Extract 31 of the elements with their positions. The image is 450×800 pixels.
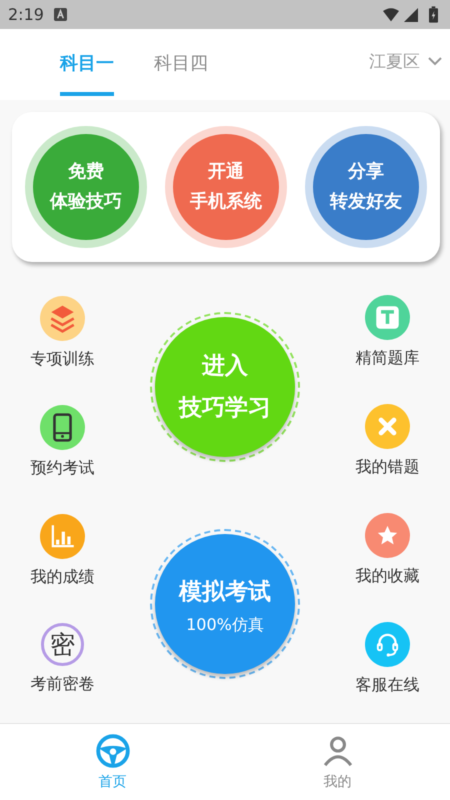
feature-label[interactable]: 精简题库 bbox=[356, 348, 420, 370]
feature-label[interactable]: 我的错题 bbox=[356, 457, 420, 478]
region-dropdown[interactable]: 江夏区 bbox=[369, 29, 450, 100]
quick-action-button[interactable]: 免费 体验技巧 bbox=[33, 134, 139, 240]
subject-tab[interactable]: 科目一 bbox=[60, 29, 114, 96]
steering-wheel-icon bbox=[94, 733, 130, 769]
layers-icon[interactable] bbox=[40, 296, 85, 341]
subject-tab[interactable]: 科目四 bbox=[154, 29, 208, 96]
wifi-icon bbox=[383, 8, 399, 22]
feature-label[interactable]: 我的收藏 bbox=[356, 566, 420, 587]
bar-chart-icon[interactable] bbox=[40, 514, 85, 560]
chevron-down-icon bbox=[428, 57, 442, 66]
nav-tab[interactable]: 首页 bbox=[0, 724, 225, 800]
round-action-button[interactable]: 模拟考试 100%仿真 bbox=[155, 534, 295, 674]
letter-t-icon[interactable] bbox=[365, 295, 410, 340]
cross-icon[interactable] bbox=[365, 404, 410, 450]
battery-icon bbox=[429, 6, 438, 23]
feature-label[interactable]: 我的成绩 bbox=[30, 567, 94, 588]
quick-action-button[interactable]: 开通 手机系统 bbox=[173, 134, 279, 240]
feature-label[interactable]: 考前密卷 bbox=[30, 674, 94, 696]
tablet-icon[interactable] bbox=[40, 404, 85, 450]
quick-action-button[interactable]: 分享 转发好友 bbox=[313, 134, 419, 240]
feature-label[interactable]: 专项训练 bbox=[30, 348, 94, 370]
feature-label[interactable]: 预约考试 bbox=[30, 458, 94, 479]
secret-badge-icon[interactable]: 密 bbox=[41, 623, 84, 666]
clock: 2:19 bbox=[8, 5, 44, 24]
headset-icon[interactable] bbox=[365, 622, 410, 667]
signal-icon bbox=[403, 8, 419, 22]
notification-icon bbox=[54, 8, 67, 21]
nav-tab[interactable]: 我的 bbox=[225, 724, 450, 800]
feature-label[interactable]: 客服在线 bbox=[356, 674, 420, 696]
